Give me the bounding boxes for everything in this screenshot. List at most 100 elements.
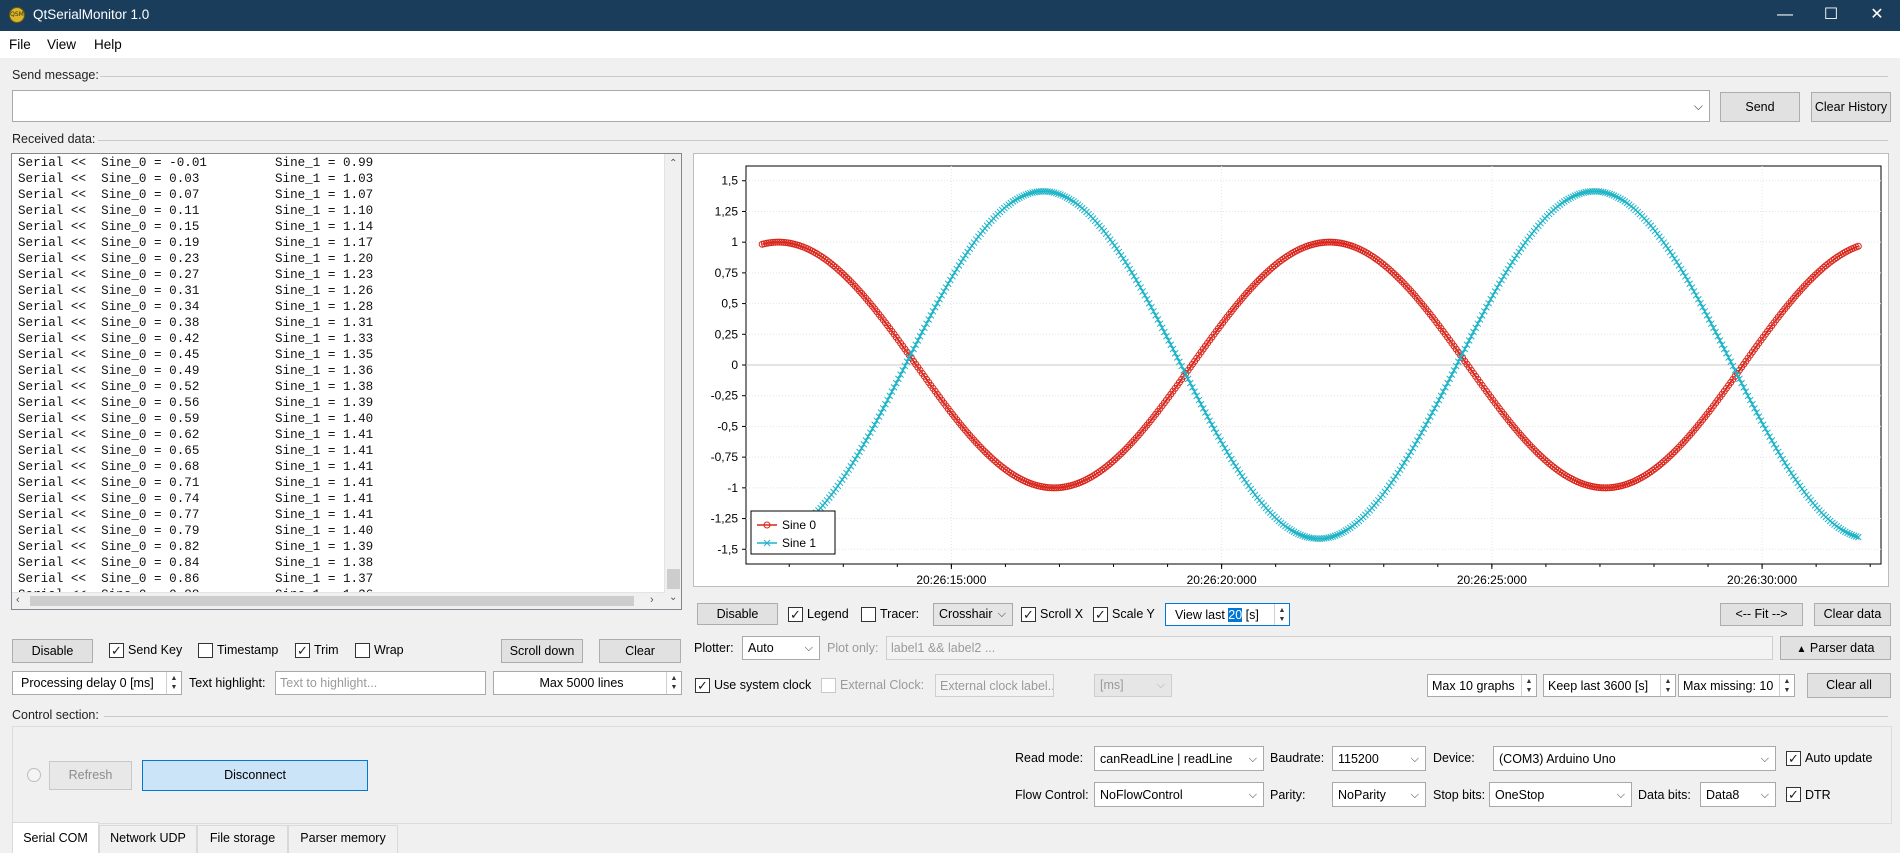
scale-y-checkbox[interactable]: ✓	[1093, 607, 1108, 622]
flow-control-combo[interactable]: NoFlowControl ⌵	[1094, 782, 1264, 807]
close-button[interactable]: ✕	[1854, 0, 1900, 31]
parity-combo[interactable]: NoParity ⌵	[1332, 782, 1426, 807]
chevron-down-icon[interactable]: ⌵	[805, 637, 813, 659]
received-line: Serial << Sine_0 = 0.38 Sine_1 = 1.31	[18, 316, 374, 330]
chevron-down-icon[interactable]: ⌵	[1761, 747, 1769, 770]
auto-update-label: Auto update	[1805, 751, 1873, 765]
spin-arrows-icon[interactable]: ▲ ▼	[666, 672, 681, 694]
plot-area[interactable]: -1,5 -1,25 -1 -0,75 -0,5 -0,25 0 0,25 0,5 0,75 1 1,…	[693, 153, 1889, 587]
received-text-area[interactable]: Serial << Sine_0 = -0.01 Sine_1 = 0.99 Se…	[11, 153, 682, 610]
chevron-down-icon[interactable]: ⌵	[1157, 675, 1165, 696]
clear-all-button[interactable]: Clear all	[1807, 673, 1891, 698]
received-line: Serial << Sine_0 = 0.19 Sine_1 = 1.17	[18, 236, 374, 250]
wrap-checkbox[interactable]	[355, 643, 370, 658]
menu-file[interactable]: File	[9, 37, 31, 52]
clear-history-button[interactable]: Clear History	[1811, 92, 1891, 122]
tab-parser-memory[interactable]: Parser memory	[288, 825, 398, 853]
scroll-x-checkbox[interactable]: ✓	[1021, 607, 1036, 622]
use-system-clock-checkbox[interactable]: ✓	[695, 678, 710, 693]
fit-button[interactable]: <-- Fit -->	[1720, 603, 1803, 626]
chevron-down-icon[interactable]: ⌵	[1249, 747, 1257, 770]
received-clear-button[interactable]: Clear	[599, 639, 681, 663]
received-line: Serial << Sine_0 = 0.23 Sine_1 = 1.20	[18, 252, 374, 266]
max-lines-spinbox[interactable]: Max 5000 lines ▲ ▼	[493, 671, 682, 695]
chevron-down-icon[interactable]: ⌵	[998, 604, 1006, 625]
chevron-down-icon[interactable]: ⌵	[1411, 783, 1419, 806]
scroll-right-icon[interactable]: ›	[650, 594, 654, 606]
scroll-up-icon[interactable]: ⌃	[669, 158, 677, 169]
chevron-down-icon[interactable]: ⌵	[1761, 783, 1769, 806]
scroll-left-icon[interactable]: ‹	[16, 594, 20, 606]
max-graphs-spinbox[interactable]: Max 10 graphs ▲ ▼	[1427, 674, 1537, 697]
data-bits-combo[interactable]: Data8 ⌵	[1700, 782, 1776, 807]
tracer-checkbox[interactable]	[861, 607, 876, 622]
plotter-combo[interactable]: Auto ⌵	[742, 636, 820, 660]
plot-disable-button[interactable]: Disable	[697, 603, 778, 625]
read-mode-combo[interactable]: canReadLine | readLine ⌵	[1094, 746, 1264, 771]
disconnect-button[interactable]: Disconnect	[142, 760, 368, 791]
chevron-down-icon[interactable]: ⌵	[1249, 783, 1257, 806]
parser-data-button[interactable]: ▲ Parser data	[1780, 636, 1891, 660]
received-disable-button[interactable]: Disable	[12, 639, 93, 663]
menu-help[interactable]: Help	[94, 37, 122, 52]
tab-file-storage[interactable]: File storage	[197, 825, 288, 853]
spin-arrows-icon[interactable]: ▲ ▼	[1660, 675, 1675, 696]
clear-data-button[interactable]: Clear data	[1814, 603, 1891, 626]
external-clock-checkbox[interactable]	[821, 678, 836, 693]
chevron-down-icon[interactable]: ⌵	[1694, 99, 1703, 113]
tab-serial-com[interactable]: Serial COM	[12, 822, 99, 853]
tracer-mode-combo[interactable]: Crosshair ⌵	[933, 603, 1013, 626]
spin-arrows-icon[interactable]: ▲ ▼	[1521, 675, 1536, 696]
spin-arrows-icon[interactable]: ▲ ▼	[166, 672, 181, 694]
chevron-down-icon[interactable]: ⌵	[1617, 783, 1625, 806]
y-tick-label: 0,25	[715, 327, 739, 341]
chevron-down-icon[interactable]: ⌵	[1411, 747, 1419, 770]
spin-arrows-icon[interactable]: ▲ ▼	[1274, 604, 1289, 625]
trim-checkbox[interactable]: ✓	[295, 643, 310, 658]
received-line: Serial << Sine_0 = 0.77 Sine_1 = 1.41	[18, 508, 374, 522]
x-tick-label: 20:26:25:000	[1457, 573, 1527, 587]
control-section-divider	[104, 716, 1888, 717]
received-horizontal-scrollbar[interactable]: ‹ ›	[12, 592, 665, 609]
device-combo[interactable]: (COM3) Arduino Uno ⌵	[1493, 746, 1776, 771]
y-tick-label: 0	[731, 358, 738, 372]
received-data-divider	[98, 140, 1888, 141]
scroll-down-icon[interactable]: ⌄	[669, 592, 677, 603]
dtr-checkbox[interactable]: ✓	[1786, 787, 1801, 802]
plot-chart[interactable]: -1,5 -1,25 -1 -0,75 -0,5 -0,25 0 0,25 0,5 0,75 1 1,…	[694, 154, 1890, 588]
hscrollbar-thumb[interactable]	[30, 596, 634, 606]
received-line: Serial << Sine_0 = 0.03 Sine_1 = 1.03	[18, 172, 374, 186]
legend-checkbox[interactable]: ✓	[788, 607, 803, 622]
max-missing-spinbox[interactable]: Max missing: 10 ▲ ▼	[1678, 674, 1795, 697]
minimize-button[interactable]: —	[1762, 0, 1808, 31]
timestamp-checkbox[interactable]	[198, 643, 213, 658]
send-button[interactable]: Send	[1720, 92, 1800, 122]
stop-bits-combo[interactable]: OneStop ⌵	[1489, 782, 1632, 807]
received-line: Serial << Sine_0 = 0.42 Sine_1 = 1.33	[18, 332, 374, 346]
plot-only-input[interactable]: label1 && label2 ...	[886, 636, 1773, 660]
maximize-button[interactable]: ☐	[1808, 0, 1854, 31]
tab-network-udp[interactable]: Network UDP	[99, 825, 197, 853]
processing-delay-spinbox[interactable]: Processing delay 0 [ms] ▲ ▼	[12, 671, 182, 695]
scroll-down-button[interactable]: Scroll down	[501, 639, 583, 663]
plotter-value: Auto	[748, 641, 774, 655]
scrollbar-thumb[interactable]	[667, 569, 680, 589]
spin-arrows-icon[interactable]: ▲ ▼	[1779, 675, 1794, 696]
menu-view[interactable]: View	[47, 37, 76, 52]
received-line: Serial << Sine_0 = 0.27 Sine_1 = 1.23	[18, 268, 374, 282]
refresh-button[interactable]: Refresh	[49, 761, 132, 790]
baudrate-combo[interactable]: 115200 ⌵	[1332, 746, 1426, 771]
keep-last-spinbox[interactable]: Keep last 3600 [s] ▲ ▼	[1543, 674, 1676, 697]
send-message-input[interactable]: ⌵	[12, 90, 1710, 122]
received-vertical-scrollbar[interactable]: ⌃ ⌄	[664, 154, 681, 609]
auto-update-checkbox[interactable]: ✓	[1786, 751, 1801, 766]
y-tick-label: 1,5	[721, 174, 738, 188]
send-key-checkbox[interactable]: ✓	[109, 643, 124, 658]
external-clock-input[interactable]: External clock label...	[935, 674, 1054, 697]
legend-label: Sine 0	[782, 518, 816, 532]
stop-bits-value: OneStop	[1495, 788, 1545, 802]
view-last-spinbox[interactable]: View last 20 [s] ▲ ▼	[1165, 603, 1290, 626]
text-highlight-input[interactable]: Text to highlight...	[275, 671, 486, 695]
connection-status-indicator	[27, 768, 41, 782]
external-clock-unit-combo[interactable]: [ms] ⌵	[1094, 674, 1172, 697]
